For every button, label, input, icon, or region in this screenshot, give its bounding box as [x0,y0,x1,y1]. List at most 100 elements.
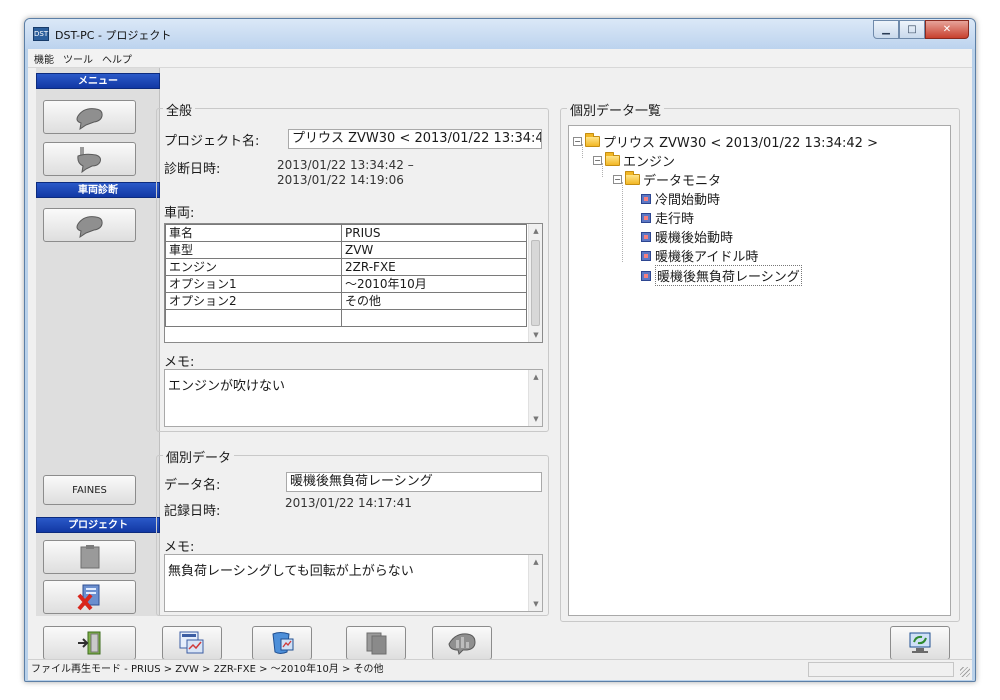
data-view-button[interactable] [252,626,312,660]
tree-node-item[interactable]: 暖機後始動時 [641,227,733,246]
tree-node-item-label: 暖機後始動時 [655,231,734,246]
maximize-button[interactable]: □ [899,20,925,39]
tree-connector [622,182,623,262]
tree-node-item-selected[interactable]: 暖機後無負荷レーシング [641,265,802,286]
title-bar[interactable]: DST DST-PC - プロジェクト ▁ □ ✕ [25,19,975,49]
project-delete-button[interactable] [43,580,136,614]
minimize-button[interactable]: ▁ [873,20,899,39]
monitor-graph-icon [179,631,204,654]
general-memo-scrollbar[interactable]: ▲ ▼ [528,370,542,426]
general-memo-label: メモ: [164,355,195,370]
exit-door-icon [77,631,100,655]
copy-data-button[interactable] [346,626,406,660]
sync-button[interactable] [890,626,950,660]
analysis-button[interactable] [432,626,492,660]
window-title: DST-PC - プロジェクト [55,29,172,42]
scroll-up-icon[interactable]: ▲ [529,555,543,569]
individual-memo-field[interactable]: 無負荷レーシングしても回転が上がらない ▲ ▼ [164,554,543,612]
tree-node-item-label: 走行時 [655,212,695,227]
tree-node-engine[interactable]: − エンジン [593,151,675,170]
nav-vehicle-diag-button[interactable] [43,208,136,242]
data-file-icon [641,270,651,281]
general-group-title: 全般 [163,100,196,119]
scroll-down-icon[interactable]: ▼ [529,328,543,342]
status-panel [808,662,954,677]
tree-node-engine-label: エンジン [623,155,676,170]
vehicle-value-cell [341,309,527,327]
data-view-icon [272,632,294,654]
client-area: メニュー 車両診断 FAINES プロジェクト 全般 プロジェクト名: プリウス… [28,68,972,680]
vehicle-key-cell: オプション2 [165,292,342,310]
sync-computer-icon [909,632,931,653]
tree-node-item[interactable]: 冷間始動時 [641,189,720,208]
data-tree[interactable]: − プリウス ZVW30 < 2013/01/22 13:34:42 > − エ… [568,125,951,616]
tree-node-project[interactable]: − プリウス ZVW30 < 2013/01/22 13:34:42 > [573,132,878,151]
table-row[interactable]: 車名 PRIUS [165,224,527,242]
vehicle-key-cell: オプション1 [165,275,342,293]
collapse-icon[interactable]: − [593,156,602,165]
vehicle-value-cell: PRIUS [341,224,527,242]
vehicle-diag-icon [76,216,103,238]
vehicle-key-cell: エンジン [165,258,342,276]
scroll-down-icon[interactable]: ▼ [529,412,543,426]
tree-node-item[interactable]: 暖機後アイドル時 [641,246,758,265]
project-name-label: プロジェクト名: [164,134,260,149]
data-name-field[interactable]: 暖機後無負荷レーシング [286,472,542,492]
minimize-icon: ▁ [882,24,890,35]
vehicle-label: 車両: [164,206,195,221]
tree-node-item[interactable]: 走行時 [641,208,694,227]
folder-icon [605,152,620,166]
status-text: ファイル再生モード - PRIUS > ZVW > 2ZR-FXE > ～201… [31,664,384,675]
diag-datetime-end: 2013/01/22 14:19:06 [277,173,404,187]
analysis-disabled-icon [448,633,476,655]
scroll-up-icon[interactable]: ▲ [529,370,543,384]
menu-tools[interactable]: ツール [63,51,93,66]
vehicle-table[interactable]: 車名 PRIUS 車型 ZVW エンジン 2ZR-FXE オプション1 ～2010年10… [164,223,543,343]
project-open-button[interactable] [43,540,136,574]
individual-data-group-title: 個別データ [163,447,235,466]
project-header: プロジェクト [36,517,160,533]
diag-datetime-label: 診断日時: [164,162,221,177]
window-controls: ▁ □ ✕ [873,20,969,40]
menu-function[interactable]: 機能 [34,51,54,66]
table-row[interactable] [165,309,527,327]
collapse-icon[interactable]: − [613,175,622,184]
faines-button[interactable]: FAINES [43,475,136,505]
resize-grip-icon[interactable] [960,667,970,677]
close-icon: ✕ [942,24,952,35]
tree-node-datamonitor[interactable]: − データモニタ [613,170,721,189]
general-memo-text: エンジンが吹けない [168,379,286,394]
folder-icon [625,171,640,185]
individual-memo-scrollbar[interactable]: ▲ ▼ [528,555,542,611]
tree-node-item-label: 冷間始動時 [655,193,721,208]
data-monitor-button[interactable] [162,626,222,660]
table-row[interactable]: エンジン 2ZR-FXE [165,258,527,276]
table-row[interactable]: オプション2 その他 [165,292,527,310]
data-list-group-title: 個別データ一覧 [567,100,665,119]
vehicle-key-cell: 車名 [165,224,342,242]
scroll-up-icon[interactable]: ▲ [529,224,543,238]
nav-tool-button-2[interactable] [43,142,136,176]
clipboard-icon [80,545,99,569]
menu-help[interactable]: ヘルプ [102,51,132,66]
table-row[interactable]: 車型 ZVW [165,241,527,259]
collapse-icon[interactable]: − [573,137,582,146]
exit-button[interactable] [43,626,136,660]
app-icon: DST [33,27,49,41]
maximize-icon: □ [907,24,917,35]
general-memo-field[interactable]: エンジンが吹けない ▲ ▼ [164,369,543,427]
tree-node-datamonitor-label: データモニタ [643,174,722,189]
nav-tool-button-1[interactable] [43,100,136,134]
project-name-field[interactable]: プリウス ZVW30 < 2013/01/22 13:34:42 > [288,129,542,149]
vehicle-table-scrollbar[interactable]: ▲ ▼ [528,224,542,342]
scroll-down-icon[interactable]: ▼ [529,597,543,611]
record-datetime-value: 2013/01/22 14:17:41 [285,496,412,510]
close-button[interactable]: ✕ [925,20,969,39]
table-row[interactable]: オプション1 ～2010年10月 [165,275,527,293]
vehicle-value-cell: ～2010年10月 [341,275,527,293]
individual-memo-text: 無負荷レーシングしても回転が上がらない [168,564,414,579]
scroll-thumb[interactable] [531,240,540,326]
diag-probe-icon [76,108,103,130]
diag-probe-disabled-icon [76,147,101,173]
delete-file-icon [76,584,99,611]
